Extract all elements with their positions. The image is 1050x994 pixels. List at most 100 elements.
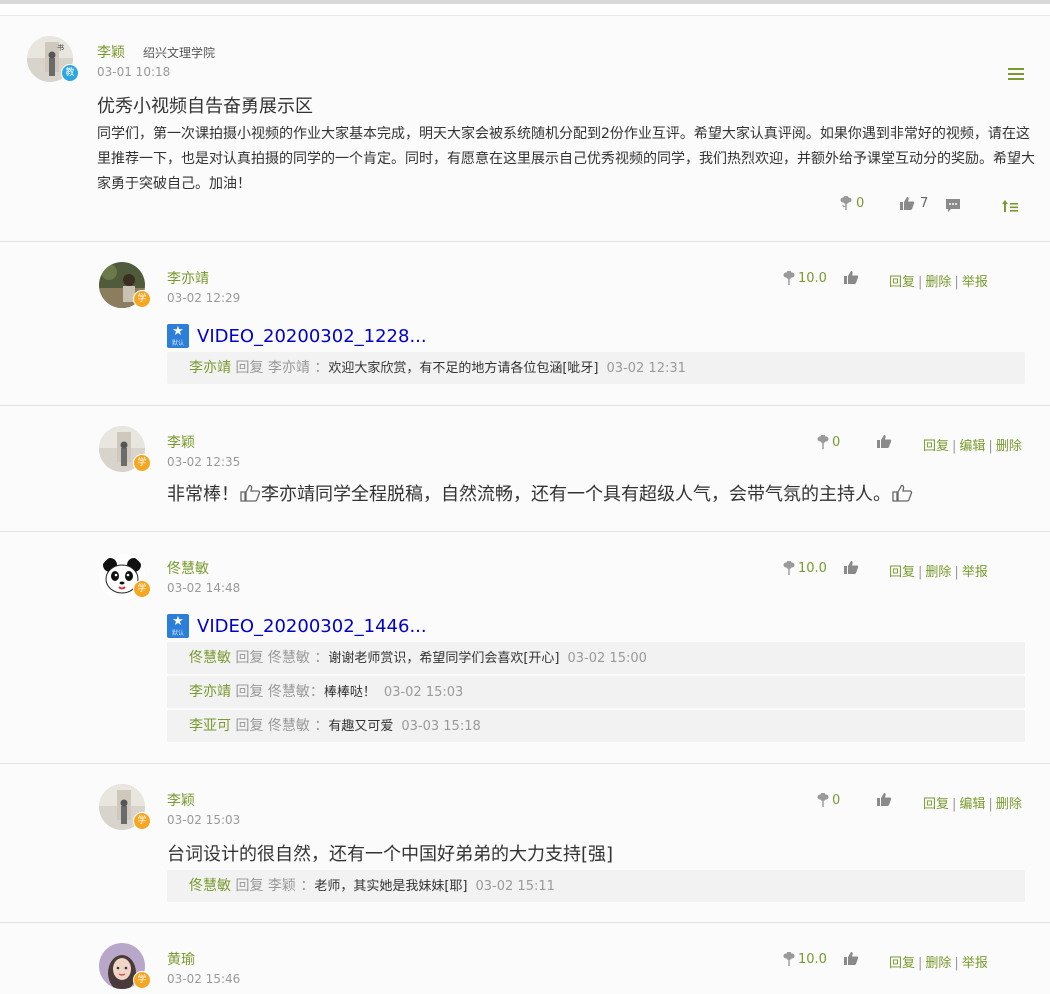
post-school: 绍兴文理学院 <box>143 46 216 60</box>
sub-reply-author[interactable]: 佟慧敏 <box>189 650 231 666</box>
reply-link[interactable]: 回复 <box>923 797 949 812</box>
reply-actions: 回复 | 编辑 | 删除 <box>923 797 1022 812</box>
reply-author[interactable]: 李亦靖 <box>167 268 209 288</box>
flower-button[interactable]: 0 <box>839 196 864 211</box>
delete-link[interactable]: 删除 <box>925 565 951 580</box>
sub-reply-time: 03-03 15:18 <box>401 719 481 734</box>
score-value: 10.0 <box>798 561 827 576</box>
reply-time: 03-02 12:29 <box>167 291 241 305</box>
student-badge: 学 <box>133 812 151 830</box>
reply-author[interactable]: 李颖 <box>167 790 195 810</box>
report-link[interactable]: 举报 <box>962 565 988 580</box>
sub-reply-author[interactable]: 李亚可 <box>189 718 231 734</box>
reply-text-part: 非常棒！ <box>167 484 239 505</box>
like-count: 7 <box>920 196 929 211</box>
top-spacer <box>0 4 1050 16</box>
reply-link[interactable]: 回复 <box>923 439 949 454</box>
sub-reply: 李亚可 回复 佟慧敏 ：有趣又可爱 03-03 15:18 <box>167 710 1025 742</box>
reply-actions: 回复 | 删除 | 举报 <box>889 275 988 290</box>
sub-reply-text: 有趣又可爱 <box>328 719 394 734</box>
sub-reply: 李亦靖 回复 李亦靖 ：欢迎大家欣赏，有不足的地方请各位包涵[呲牙] 03-02 … <box>167 352 1025 384</box>
flower-button[interactable]: 10.0 <box>782 271 827 286</box>
delete-link[interactable]: 删除 <box>996 439 1022 454</box>
sub-reply: 佟慧敏 回复 佟慧敏 ：谢谢老师赏识，希望同学们会喜欢[开心] 03-02 15:… <box>167 642 1025 674</box>
flower-icon <box>783 561 795 575</box>
reply-actions: 回复 | 删除 | 举报 <box>889 565 988 580</box>
score-value: 0 <box>832 435 841 450</box>
reply-author[interactable]: 李颖 <box>167 432 195 452</box>
reply-link[interactable]: 回复 <box>889 565 915 580</box>
thumbs-up-icon[interactable] <box>876 792 892 807</box>
thumbs-up-emoji-icon <box>892 484 913 502</box>
reply-author[interactable]: 佟慧敏 <box>167 558 209 578</box>
flower-count: 0 <box>856 196 865 211</box>
reply-text: 非常棒！ 李亦靖同学全程脱稿，自然流畅，还有一个具有超级人气，会带气氛的主持人。 <box>167 480 913 506</box>
reply-item: 学 李颖 03-02 15:03 0 回复 | 编辑 | 删除 台词设计的很自然，还有一… <box>0 764 1050 923</box>
sub-reply: 佟慧敏 回复 李颖 ：老师，其实她是我妹妹[耶] 03-02 15:11 <box>167 870 1025 902</box>
score-value: 10.0 <box>798 952 827 967</box>
video-file-icon: ★ 默认 <box>167 324 189 348</box>
reply-item: 学 黄瑜 03-02 15:46 10.0 回复 | 删除 | 举报 <box>0 923 1050 994</box>
menu-icon[interactable] <box>1008 68 1024 80</box>
sub-reply-author[interactable]: 李亦靖 <box>189 360 231 376</box>
flower-button[interactable]: 10.0 <box>782 952 827 967</box>
student-badge: 学 <box>133 290 151 308</box>
main-post: 书 教 李颖 绍兴文理学院 03-01 10:18 优秀小视频自告奋勇展示区 同… <box>0 16 1050 242</box>
reply-author[interactable]: 黄瑜 <box>167 949 195 969</box>
reply-time: 03-02 14:48 <box>167 581 241 595</box>
reply-text-part: 李亦靖同学全程脱稿，自然流畅，还有一个具有超级人气，会带气氛的主持人。 <box>261 484 891 505</box>
delete-link[interactable]: 删除 <box>925 275 951 290</box>
edit-link[interactable]: 编辑 <box>959 439 985 454</box>
post-title: 优秀小视频自告奋勇展示区 <box>97 96 313 117</box>
sub-reply-text: 谢谢老师赏识，希望同学们会喜欢[开心] <box>328 651 560 666</box>
svg-text:书: 书 <box>57 43 64 52</box>
flower-icon <box>840 196 852 210</box>
sub-reply-author[interactable]: 佟慧敏 <box>189 878 231 894</box>
post-author[interactable]: 李颖 <box>97 42 125 62</box>
thumbs-up-icon[interactable] <box>843 951 859 966</box>
sub-reply-time: 03-02 15:11 <box>475 879 555 894</box>
like-button[interactable]: 7 <box>899 196 928 211</box>
sub-reply-target: 回复 佟慧敏 ： <box>231 650 329 666</box>
score-value: 0 <box>832 793 841 808</box>
flower-button[interactable]: 0 <box>816 435 840 450</box>
thumbs-up-icon[interactable] <box>843 270 859 285</box>
comment-icon[interactable] <box>945 198 961 213</box>
edit-link[interactable]: 编辑 <box>959 797 985 812</box>
sort-top-icon[interactable] <box>1001 199 1019 213</box>
video-attachment[interactable]: ★ 默认 VIDEO_20200302_1446... <box>167 614 427 638</box>
sub-reply-target: 回复 李颖 ： <box>231 878 315 894</box>
sub-reply-time: 03-02 15:03 <box>383 685 464 700</box>
flower-icon <box>817 793 829 807</box>
teacher-badge: 教 <box>61 64 79 82</box>
report-link[interactable]: 举报 <box>962 275 988 290</box>
video-name[interactable]: VIDEO_20200302_1228... <box>197 326 427 347</box>
post-time: 03-01 10:18 <box>97 65 171 79</box>
reply-item: 学 李亦靖 03-02 12:29 10.0 回复 | 删除 | 举报 ★ 默认 VIDE… <box>0 242 1050 406</box>
flower-button[interactable]: 10.0 <box>782 561 827 576</box>
reply-link[interactable]: 回复 <box>889 275 915 290</box>
report-link[interactable]: 举报 <box>962 956 988 971</box>
delete-link[interactable]: 删除 <box>996 797 1022 812</box>
thumbs-up-icon[interactable] <box>843 560 859 575</box>
reply-link[interactable]: 回复 <box>889 956 915 971</box>
delete-link[interactable]: 删除 <box>925 956 951 971</box>
reply-time: 03-02 12:35 <box>167 455 241 469</box>
student-badge: 学 <box>133 580 151 598</box>
thumbs-up-icon <box>900 197 915 210</box>
video-attachment[interactable]: ★ 默认 VIDEO_20200302_1228... <box>167 324 427 348</box>
student-badge: 学 <box>133 971 151 989</box>
reply-actions: 回复 | 删除 | 举报 <box>889 956 988 971</box>
sub-reply-target: 回复 佟慧敏 ： <box>231 718 329 734</box>
student-badge: 学 <box>133 454 151 472</box>
thumbs-up-emoji-icon <box>240 484 261 502</box>
thumbs-up-icon[interactable] <box>876 434 892 449</box>
flower-icon <box>817 435 829 449</box>
flower-button[interactable]: 0 <box>816 793 840 808</box>
sub-reply-text: 老师，其实她是我妹妹[耶] <box>314 879 468 894</box>
sub-reply-author[interactable]: 李亦靖 <box>189 684 231 700</box>
sub-reply-text: 棒棒哒！ <box>323 685 376 700</box>
sub-reply-time: 03-02 12:31 <box>606 361 686 376</box>
video-name[interactable]: VIDEO_20200302_1446... <box>197 616 427 637</box>
post-body: 同学们，第一次课拍摄小视频的作业大家基本完成，明天大家会被系统随机分配到2份作业… <box>97 126 1035 192</box>
